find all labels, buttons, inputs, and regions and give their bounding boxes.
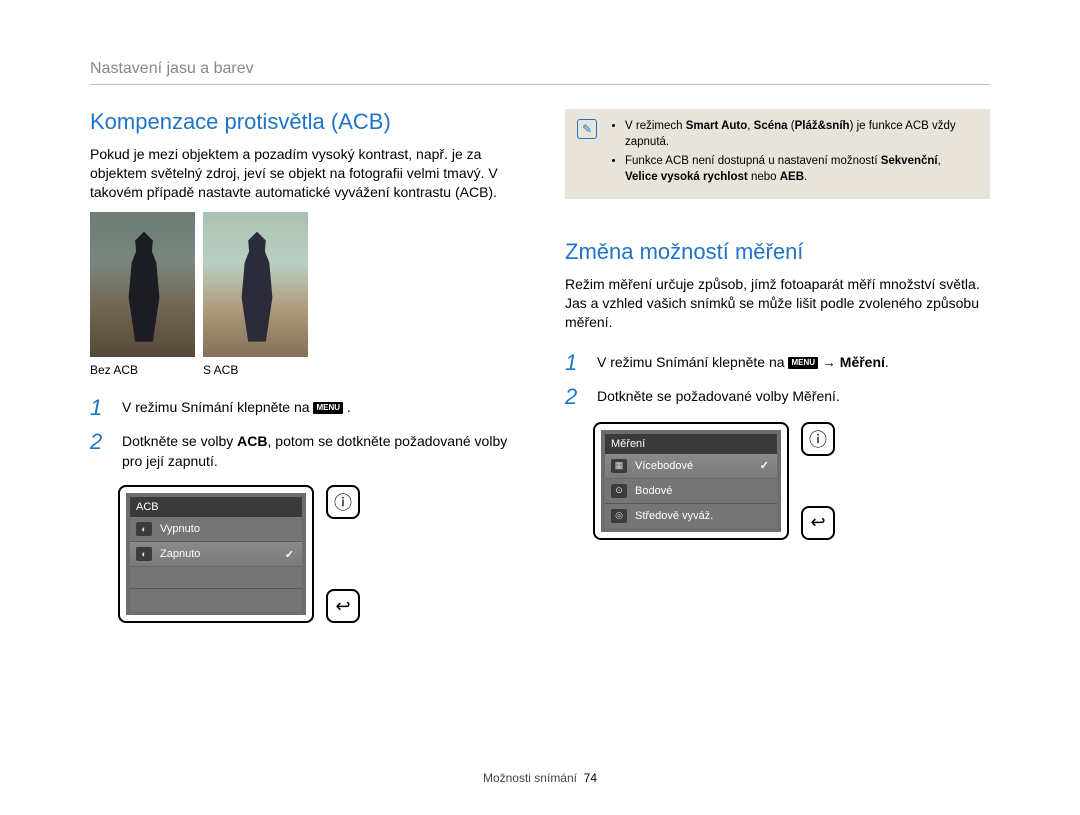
info-icon: ⓘ xyxy=(334,489,352,515)
photo-without-acb xyxy=(90,212,195,357)
photo-comparison: Bez ACB S ACB xyxy=(90,212,515,377)
empty-row xyxy=(130,589,302,611)
step-number-2: 2 xyxy=(565,386,583,408)
note-line-1: V režimech Smart Auto, Scéna (Pláž&sníh)… xyxy=(625,119,976,150)
photo-with-acb xyxy=(203,212,308,357)
left-column: Kompenzace protisvětla (ACB) Pokud je me… xyxy=(90,109,515,623)
info-button[interactable]: ⓘ xyxy=(326,485,360,519)
acb-on-icon: ◐ xyxy=(136,547,152,561)
check-icon: ✓ xyxy=(760,459,769,472)
info-button[interactable]: ⓘ xyxy=(801,422,835,456)
option-spot[interactable]: ⊙ Bodové xyxy=(605,479,777,504)
back-icon: ↩ xyxy=(810,512,825,533)
camera-title-metering: Měření xyxy=(605,434,777,454)
acb-off-icon: ◐ xyxy=(136,522,152,536)
camera-title-acb: ACB xyxy=(130,497,302,517)
step-2-text-right: Dotkněte se požadované volby Měření. xyxy=(597,386,840,408)
empty-row xyxy=(130,567,302,589)
info-icon: ⓘ xyxy=(809,426,827,452)
step-number-2: 2 xyxy=(90,431,108,472)
camera-screen-acb: ACB ◐ Vypnuto ◐ Zapnuto ✓ xyxy=(118,485,314,623)
option-acb-on[interactable]: ◐ Zapnuto ✓ xyxy=(130,542,302,567)
back-button[interactable]: ↩ xyxy=(326,589,360,623)
heading-metering: Změna možností měření xyxy=(565,239,990,265)
caption-with-acb: S ACB xyxy=(203,363,308,377)
acb-intro: Pokud je mezi objektem a pozadím vysoký … xyxy=(90,145,515,202)
option-multi[interactable]: ▦ Vícebodové ✓ xyxy=(605,454,777,479)
center-icon: ◎ xyxy=(611,509,627,523)
note-box: ✎ V režimech Smart Auto, Scéna (Pláž&sní… xyxy=(565,109,990,199)
spot-icon: ⊙ xyxy=(611,484,627,498)
check-icon: ✓ xyxy=(285,548,294,561)
multi-icon: ▦ xyxy=(611,459,627,473)
caption-without-acb: Bez ACB xyxy=(90,363,195,377)
step-2-text: Dotkněte se volby ACB, potom se dotkněte… xyxy=(122,431,515,472)
back-button[interactable]: ↩ xyxy=(801,506,835,540)
heading-acb: Kompenzace protisvětla (ACB) xyxy=(90,109,515,135)
option-center[interactable]: ◎ Středově vyváž. xyxy=(605,504,777,528)
menu-icon: MENU xyxy=(313,402,343,414)
back-icon: ↩ xyxy=(335,596,350,617)
note-line-2: Funkce ACB není dostupná u nastavení mož… xyxy=(625,154,976,185)
step-number-1: 1 xyxy=(565,352,583,374)
metering-intro: Režim měření určuje způsob, jímž fotoapa… xyxy=(565,275,990,332)
page-footer: Možnosti snímání 74 xyxy=(0,771,1080,785)
note-icon: ✎ xyxy=(577,119,597,139)
right-column: ✎ V režimech Smart Auto, Scéna (Pláž&sní… xyxy=(565,109,990,623)
option-acb-off[interactable]: ◐ Vypnuto xyxy=(130,517,302,542)
step-1-text: V režimu Snímání klepněte na MENU . xyxy=(122,397,351,419)
menu-icon: MENU xyxy=(788,357,818,369)
camera-screen-metering: Měření ▦ Vícebodové ✓ ⊙ Bodové ◎ xyxy=(593,422,789,540)
step-1-text-right: V režimu Snímání klepněte na MENU → Měře… xyxy=(597,352,889,374)
breadcrumb: Nastavení jasu a barev xyxy=(90,60,990,85)
step-number-1: 1 xyxy=(90,397,108,419)
